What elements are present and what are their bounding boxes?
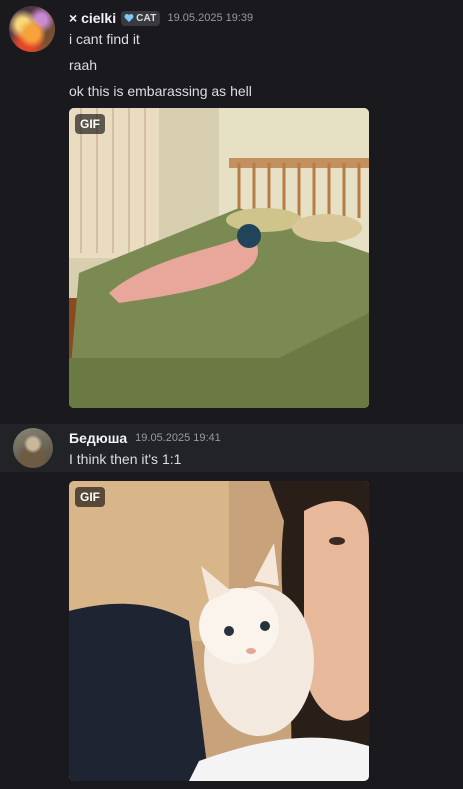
gif-embed[interactable]: GIF xyxy=(69,108,369,408)
badge-label: CAT xyxy=(136,12,157,24)
message-text: i cant find it xyxy=(69,31,140,47)
gif-badge: GIF xyxy=(75,114,105,134)
gif-badge: GIF xyxy=(75,487,105,507)
guild-tag-badge[interactable]: CAT xyxy=(121,10,160,26)
message-group-bedyusha: Бедюша 19.05.2025 19:41 I think then it'… xyxy=(0,424,463,472)
timestamp[interactable]: 19.05.2025 19:39 xyxy=(168,12,254,24)
username[interactable]: × cielki xyxy=(69,10,116,26)
message-header: × cielki CAT 19.05.2025 19:39 xyxy=(69,10,253,26)
message-text: I think then it's 1:1 xyxy=(69,451,182,467)
heart-icon xyxy=(124,14,134,22)
message-text: ok this is embarassing as hell xyxy=(69,83,252,99)
timestamp[interactable]: 19.05.2025 19:41 xyxy=(135,432,221,444)
message-continuation: GIF xyxy=(0,472,463,789)
message-header: Бедюша 19.05.2025 19:41 xyxy=(69,430,221,446)
gif-image-kitten-scene xyxy=(69,481,369,781)
username[interactable]: Бедюша xyxy=(69,430,127,446)
message-group-cielki: × cielki CAT 19.05.2025 19:39 i cant fin… xyxy=(0,0,463,424)
avatar-bedyusha[interactable] xyxy=(13,428,53,468)
avatar-cielki[interactable] xyxy=(9,6,55,52)
message-text: raah xyxy=(69,57,98,73)
gif-image-bed-scene xyxy=(69,108,369,408)
gif-embed[interactable]: GIF xyxy=(69,481,369,781)
